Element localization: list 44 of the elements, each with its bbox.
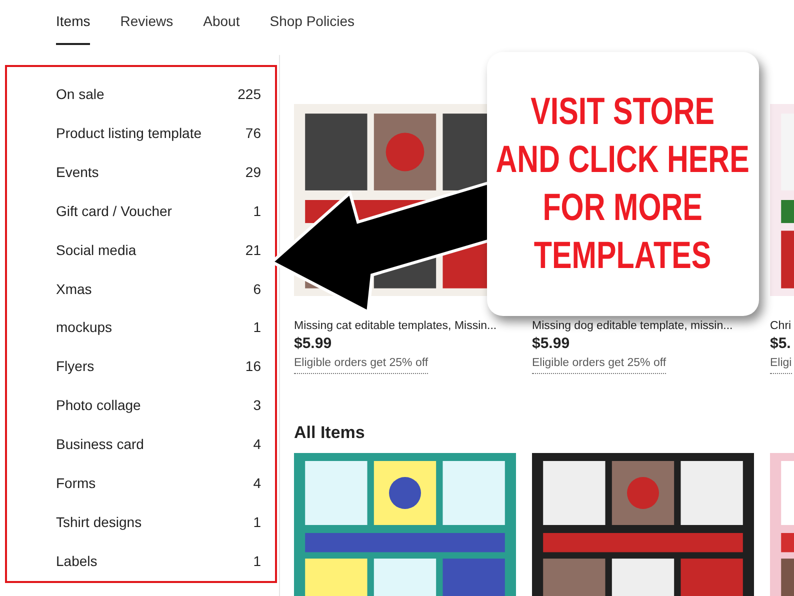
callout-text: TEMPLATES [534, 234, 712, 279]
category-count: 6 [253, 280, 261, 299]
category-count: 1 [253, 513, 261, 532]
category-link[interactable]: Social media [56, 240, 136, 261]
category-link[interactable]: Flyers [56, 356, 94, 378]
promo-text: Eligi [770, 355, 792, 374]
category-count: 3 [253, 396, 261, 416]
callout-text: VISIT STORE [531, 90, 715, 135]
promo-text: Eligible orders get 25% off [294, 355, 428, 374]
category-link[interactable]: Photo collage [56, 395, 141, 416]
category-count: 16 [245, 357, 261, 376]
listing-price: $5.99 [294, 335, 333, 354]
callout-text: AND CLICK HERE [496, 138, 750, 183]
category-count: 1 [253, 202, 261, 221]
tab[interactable]: Reviews [120, 11, 174, 45]
category-link[interactable]: Tshirt designs [56, 512, 142, 534]
category-link[interactable]: Forms [56, 473, 96, 494]
listing-title[interactable]: Chri [770, 318, 794, 336]
callout-text: FOR MORE [543, 186, 703, 231]
category-link[interactable]: Gift card / Voucher [56, 200, 172, 222]
category-link[interactable]: Xmas [56, 278, 92, 300]
category-count: 4 [253, 435, 261, 454]
category-link[interactable]: Product listing template [56, 122, 202, 144]
category-count: 29 [245, 162, 261, 182]
category-link[interactable]: Labels [56, 551, 98, 572]
listing-title[interactable]: Missing cat editable templates, Missin... [294, 318, 516, 336]
category-link[interactable]: Business card [56, 434, 144, 456]
tab[interactable]: Items [56, 11, 90, 45]
category-count: 1 [253, 318, 261, 338]
section-heading: All Items [294, 422, 366, 444]
category-count: 76 [245, 124, 261, 143]
tab[interactable]: Shop Policies [270, 11, 355, 45]
category-count: 1 [253, 552, 261, 572]
category-link[interactable]: Events [56, 162, 99, 183]
category-count: 4 [253, 474, 261, 494]
promo-text: Eligible orders get 25% off [532, 355, 666, 374]
category-count: 225 [238, 84, 261, 104]
category-link[interactable]: mockups [56, 317, 112, 338]
tab[interactable]: About [203, 11, 240, 45]
category-count: 21 [245, 240, 261, 260]
listing-price: $5.99 [532, 335, 571, 354]
category-link[interactable]: On sale [56, 84, 104, 105]
listing-title[interactable]: Missing dog editable template, missin... [532, 318, 754, 336]
listing-price: $5. [770, 335, 792, 354]
